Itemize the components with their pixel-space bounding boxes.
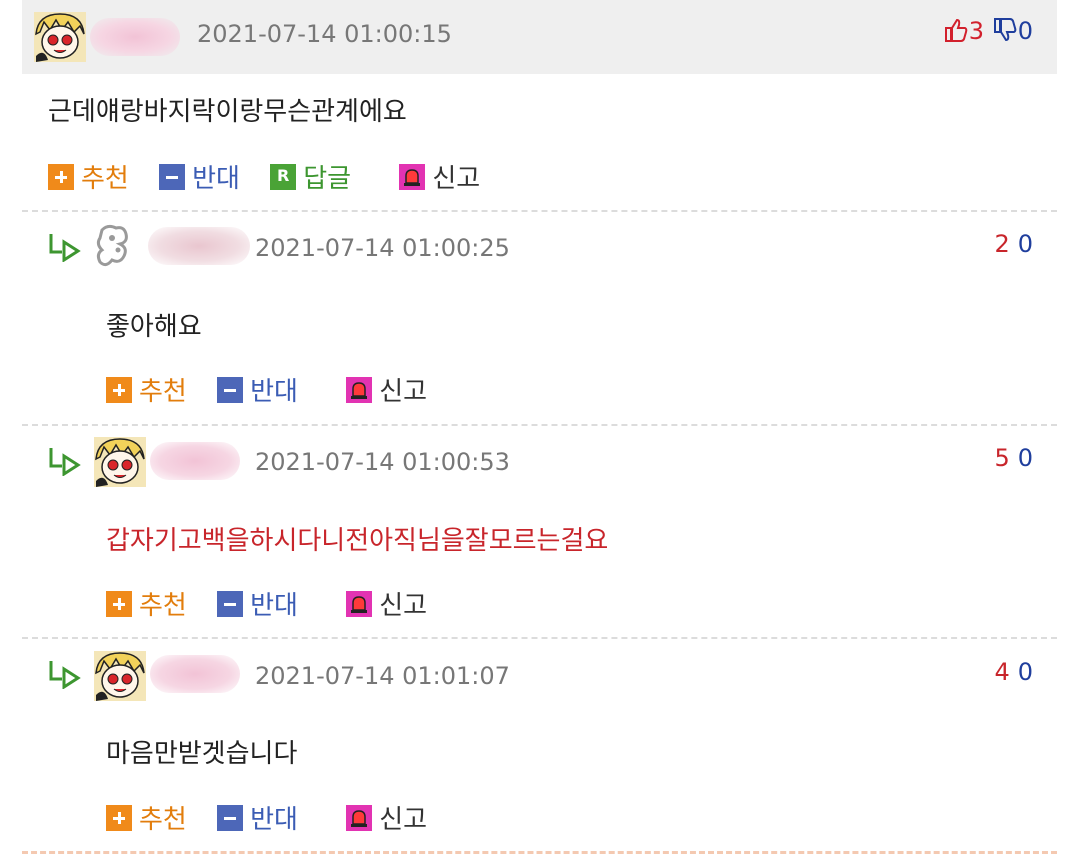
- plus-icon: [106, 377, 132, 403]
- siren-icon: [346, 591, 373, 617]
- recommend-button[interactable]: 추천: [106, 371, 187, 408]
- recommend-button[interactable]: 추천: [48, 158, 129, 195]
- avatar[interactable]: [94, 437, 146, 487]
- minus-icon: [217, 805, 244, 831]
- thumbs-up-icon[interactable]: [943, 17, 969, 49]
- oppose-button[interactable]: 반대: [159, 158, 240, 195]
- timestamp: 2021-07-14 01:01:07: [255, 662, 510, 690]
- downvote-count: 0: [1017, 444, 1033, 472]
- action-row: 추천 반대 신고: [106, 799, 449, 836]
- minus-icon: [217, 377, 244, 403]
- timestamp: 2021-07-14 01:00:15: [197, 20, 452, 48]
- comment-text: 근데얘랑바지락이랑무슨관계에요: [48, 97, 407, 127]
- report-button[interactable]: 신고: [346, 371, 427, 408]
- report-button[interactable]: 신고: [346, 585, 427, 622]
- report-button[interactable]: 신고: [346, 799, 427, 836]
- minus-icon: [217, 591, 244, 617]
- oppose-button[interactable]: 반대: [217, 371, 298, 408]
- reply-arrow-icon: [48, 659, 84, 690]
- minus-icon: [159, 164, 186, 190]
- comment-header: 2021-07-14 01:00:15 3 0: [22, 0, 1057, 74]
- upvote-count: 2: [994, 230, 1010, 258]
- timestamp: 2021-07-14 01:00:25: [255, 234, 510, 262]
- action-row: 추천 반대 R 답글 신고: [48, 158, 502, 195]
- comment-text: 마음만받겟습니다: [106, 739, 298, 769]
- author-name-obscured[interactable]: [150, 655, 240, 693]
- divider: [22, 424, 1057, 426]
- upvote-count: 3: [968, 17, 985, 45]
- downvote-count: 0: [1017, 658, 1033, 686]
- recommend-button[interactable]: 추천: [106, 799, 187, 836]
- avatar[interactable]: [94, 651, 146, 701]
- downvote-count: 0: [1017, 17, 1033, 45]
- vote-score: 20: [994, 230, 1033, 258]
- upvote-count: 4: [994, 658, 1010, 686]
- report-button[interactable]: 신고: [399, 158, 480, 195]
- author-name-obscured[interactable]: [148, 227, 250, 265]
- author-name-obscured[interactable]: [90, 18, 180, 56]
- reply-arrow-icon: [48, 232, 84, 263]
- author-name-obscured[interactable]: [150, 442, 240, 480]
- vote-summary: 3 0: [943, 17, 1033, 49]
- siren-icon: [346, 377, 373, 403]
- vote-score: 50: [994, 444, 1033, 472]
- comment-text: 갑자기고백을하시다니전아직님을잘모르는걸요: [106, 526, 609, 556]
- upvote-count: 5: [994, 444, 1010, 472]
- action-row: 추천 반대 신고: [106, 371, 449, 408]
- oppose-button[interactable]: 반대: [217, 585, 298, 622]
- vote-score: 40: [994, 658, 1033, 686]
- divider: [22, 851, 1057, 854]
- plus-icon: [48, 164, 74, 190]
- divider: [22, 210, 1057, 212]
- reply-arrow-icon: [48, 446, 84, 477]
- oppose-button[interactable]: 반대: [217, 799, 298, 836]
- plus-icon: [106, 805, 132, 831]
- downvote-count: 0: [1017, 230, 1033, 258]
- divider: [22, 637, 1057, 639]
- recommend-button[interactable]: 추천: [106, 585, 187, 622]
- plus-icon: [106, 591, 132, 617]
- siren-icon: [399, 164, 426, 190]
- siren-icon: [346, 805, 373, 831]
- avatar[interactable]: [94, 222, 146, 272]
- reply-button[interactable]: R 답글: [270, 158, 351, 195]
- reply-badge-icon: R: [270, 164, 297, 190]
- thumbs-down-icon[interactable]: [992, 17, 1018, 49]
- action-row: 추천 반대 신고: [106, 585, 449, 622]
- comment-text: 좋아해요: [106, 312, 202, 342]
- avatar[interactable]: [34, 12, 86, 62]
- timestamp: 2021-07-14 01:00:53: [255, 448, 510, 476]
